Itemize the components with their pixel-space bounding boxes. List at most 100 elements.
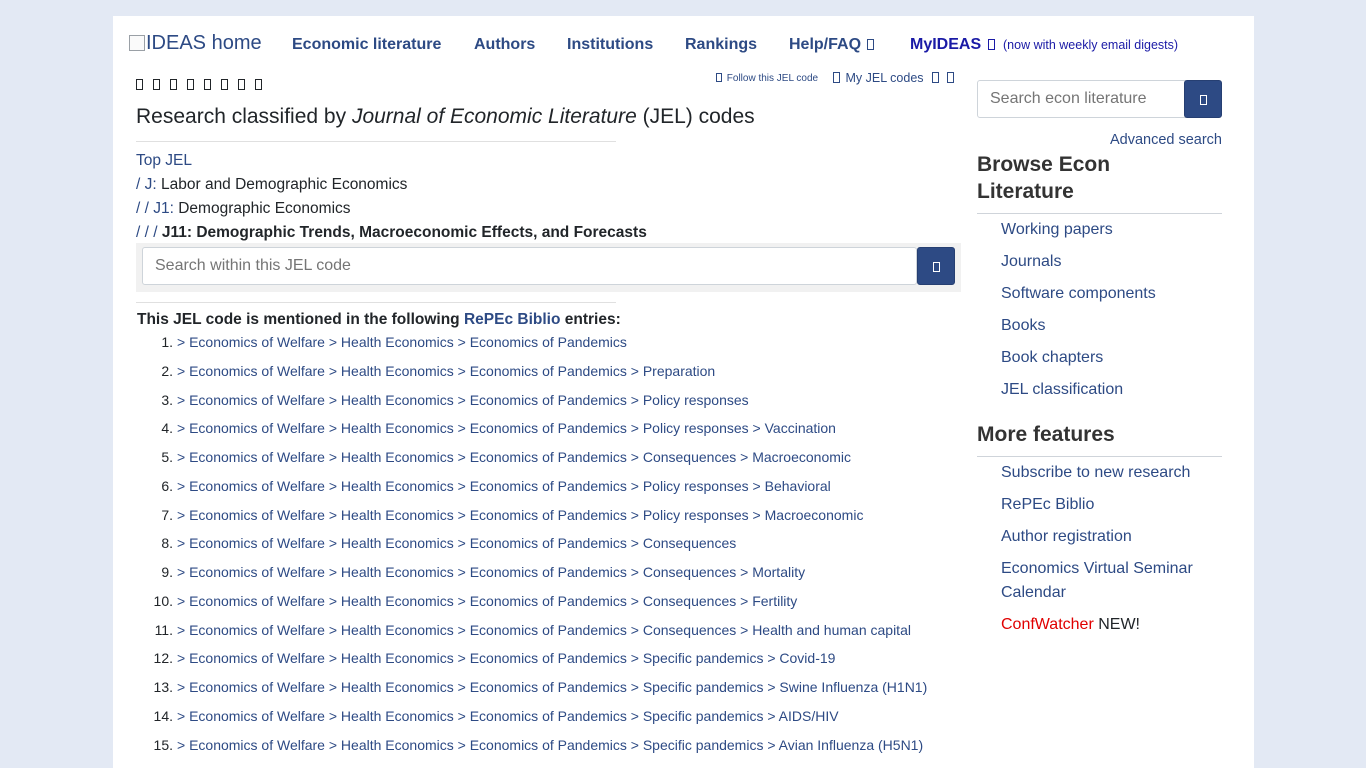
nav-help-faq[interactable]: Help/FAQ <box>789 36 876 54</box>
rss-icon <box>932 72 940 83</box>
entry-link[interactable]: > Economics of Welfare > Health Economic… <box>177 564 805 580</box>
breadcrumb-j-name: Labor and Demographic Economics <box>156 176 408 193</box>
advanced-search-link[interactable]: Advanced search <box>977 132 1222 148</box>
entry-link[interactable]: > Economics of Welfare > Health Economic… <box>177 392 749 408</box>
help-faq-label: Help/FAQ <box>789 36 862 53</box>
entry-link[interactable]: > Economics of Welfare > Health Economic… <box>177 650 835 666</box>
search-icon <box>933 262 940 272</box>
follow-jel-label: Follow this JEL code <box>726 73 819 84</box>
repec-biblio-link[interactable]: RePEc Biblio <box>464 311 560 328</box>
nav-economic-literature[interactable]: Economic literature <box>292 36 441 54</box>
breadcrumb-sep: / / / <box>136 224 162 241</box>
follow-jel-link[interactable]: Follow this JEL code <box>714 73 818 84</box>
bookmark-icon <box>833 72 840 83</box>
entry-number: 14. <box>153 707 173 724</box>
reddit-icon[interactable] <box>204 79 211 90</box>
dropdown-icon <box>987 39 995 50</box>
entry-number: 11. <box>154 621 173 638</box>
entry-link[interactable]: > Economics of Welfare > Health Economic… <box>177 679 927 695</box>
nav-myideas[interactable]: MyIDEAS <box>910 36 997 54</box>
twitter-icon[interactable] <box>170 79 177 90</box>
entry-link[interactable]: > Economics of Welfare > Health Economic… <box>177 363 715 379</box>
entry-link[interactable]: > Economics of Welfare > Health Economic… <box>177 449 851 465</box>
sidebar-item-confwatcher[interactable]: ConfWatcher <box>1001 616 1094 633</box>
browse-heading: Browse Econ Literature <box>977 153 1111 203</box>
sidebar-item-working-papers[interactable]: Working papers <box>1001 221 1113 238</box>
entry-link[interactable]: > Economics of Welfare > Health Economic… <box>177 593 797 609</box>
sidebar-item-seminar-calendar[interactable]: Economics Virtual Seminar Calendar <box>1001 560 1193 601</box>
list-item: 1. > Economics of Welfare > Health Econom… <box>137 334 927 363</box>
breadcrumb-top-jel[interactable]: Top JEL <box>136 152 192 169</box>
breadcrumb-current: J11: Demographic Trends, Macroeconomic E… <box>161 224 647 241</box>
econ-search-button[interactable] <box>1184 80 1222 118</box>
sidebar-item-books[interactable]: Books <box>1001 317 1045 334</box>
entry-link[interactable]: > Economics of Welfare > Health Economic… <box>177 535 736 551</box>
mention-suffix: entries: <box>560 311 621 328</box>
new-badge: NEW! <box>1093 616 1140 633</box>
search-icon <box>1200 95 1207 105</box>
entry-link[interactable]: > Economics of Welfare > Health Economic… <box>177 334 627 350</box>
biblio-entries-list: 1. > Economics of Welfare > Health Econom… <box>137 334 928 766</box>
jel-search-input[interactable] <box>142 247 917 285</box>
entry-number: 7. <box>161 506 173 523</box>
list-item: 3. > Economics of Welfare > Health Econom… <box>137 392 927 421</box>
breadcrumb-j1[interactable]: J1: <box>153 200 174 217</box>
print-icon[interactable] <box>255 79 262 90</box>
my-jel-codes-link[interactable]: My JEL codes <box>831 71 956 85</box>
logo-alt-text: IDEAS home <box>146 32 262 54</box>
entry-link[interactable]: > Economics of Welfare > Health Economic… <box>177 737 923 753</box>
sidebar-item-software-components[interactable]: Software components <box>1001 285 1156 302</box>
sidebar-item-journals[interactable]: Journals <box>1001 253 1061 270</box>
title-prefix: Research classified by <box>136 105 352 128</box>
nav-rankings[interactable]: Rankings <box>685 36 757 54</box>
facebook-icon[interactable] <box>153 79 160 90</box>
entry-link[interactable]: > Economics of Welfare > Health Economic… <box>177 420 836 436</box>
bell-icon <box>716 73 722 82</box>
list-item: 12. > Economics of Welfare > Health Econo… <box>137 650 927 679</box>
entry-number: 9. <box>161 564 173 580</box>
sidebar-item-book-chapters[interactable]: Book chapters <box>1001 349 1103 366</box>
whatsapp-icon[interactable] <box>221 79 228 90</box>
entry-link[interactable]: > Economics of Welfare > Health Economic… <box>177 507 863 523</box>
title-journal-name: Journal of Economic Literature <box>351 105 637 128</box>
entry-link[interactable]: > Economics of Welfare > Health Economic… <box>177 708 839 724</box>
dropdown-icon <box>867 39 875 50</box>
breadcrumb-sep: / <box>136 176 145 193</box>
biblio-mention-heading: This JEL code is mentioned in the follow… <box>137 311 621 329</box>
entry-link[interactable]: > Economics of Welfare > Health Economic… <box>177 478 831 494</box>
breadcrumb-sep: / / <box>136 200 154 217</box>
linkedin-icon[interactable] <box>187 79 194 90</box>
sidebar-item-jel-classification[interactable]: JEL classification <box>1001 381 1123 398</box>
email-icon[interactable] <box>238 79 245 90</box>
jel-search-button[interactable] <box>917 247 955 285</box>
title-divider <box>136 141 616 142</box>
entry-number: 4. <box>161 420 173 437</box>
page-container: IDEAS home Economic literature Authors I… <box>113 16 1254 768</box>
entry-number: 10. <box>153 592 173 609</box>
info-icon <box>946 72 954 83</box>
sidebar-item-subscribe[interactable]: Subscribe to new research <box>1001 464 1190 481</box>
ideas-home-logo[interactable]: IDEAS home <box>129 32 262 55</box>
list-item: 6. > Economics of Welfare > Health Econom… <box>137 478 927 507</box>
entry-link[interactable]: > Economics of Welfare > Health Economic… <box>177 622 911 638</box>
entry-number: 2. <box>161 362 173 379</box>
list-item: 13. > Economics of Welfare > Health Econo… <box>137 679 928 708</box>
jel-breadcrumb: Top JEL / J: Labor and Demographic Econo… <box>136 149 647 245</box>
broken-image-icon <box>129 35 145 51</box>
entry-number: 3. <box>161 391 173 408</box>
list-item: 7. > Economics of Welfare > Health Econom… <box>137 507 927 536</box>
breadcrumb-j[interactable]: J: <box>145 176 157 193</box>
share-icon[interactable] <box>136 79 143 90</box>
browse-list: Working papers Journals Software compone… <box>1001 218 1211 410</box>
list-item: 14. > Economics of Welfare > Health Econo… <box>137 708 927 737</box>
sidebar-item-author-registration[interactable]: Author registration <box>1001 528 1132 545</box>
list-item: 15. > Economics of Welfare > Health Econo… <box>137 737 927 766</box>
list-item: 10. > Economics of Welfare > Health Econo… <box>137 593 927 622</box>
list-item: 9. > Economics of Welfare > Health Econom… <box>137 564 927 593</box>
nav-authors[interactable]: Authors <box>474 36 535 54</box>
sidebar-item-repec-biblio[interactable]: RePEc Biblio <box>1001 496 1094 513</box>
econ-search-input[interactable] <box>977 80 1186 118</box>
nav-institutions[interactable]: Institutions <box>567 36 653 54</box>
entry-number: 5. <box>161 449 173 465</box>
section-divider <box>136 302 616 303</box>
